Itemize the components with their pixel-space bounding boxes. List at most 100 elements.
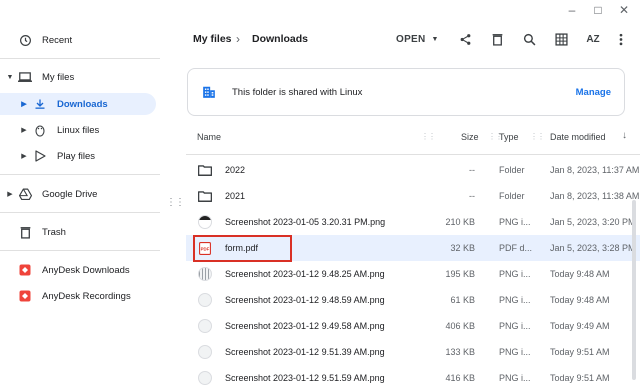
table-row[interactable]: 2021 -- Folder Jan 8, 2023, 11:38 AM <box>186 183 640 209</box>
expand-caret-icon[interactable]: ▶ <box>20 152 28 160</box>
file-size: 61 KB <box>450 295 475 305</box>
file-date: Jan 8, 2023, 11:37 AM <box>550 165 640 175</box>
file-type: PNG i... <box>499 373 531 383</box>
table-row[interactable]: Screenshot 2023-01-12 9.49.58 AM.png 406… <box>186 313 640 339</box>
table-row[interactable]: Screenshot 2023-01-12 9.48.25 AM.png 195… <box>186 261 640 287</box>
divider <box>0 58 160 59</box>
column-resize-handle[interactable]: ⋮⋮ <box>421 132 436 141</box>
grid-view-icon[interactable] <box>552 30 570 48</box>
file-name: Screenshot 2023-01-12 9.49.58 AM.png <box>225 321 385 331</box>
column-type[interactable]: Type <box>499 132 519 142</box>
sidebar-item-downloads[interactable]: ▶ Downloads <box>0 93 156 115</box>
image-thumbnail <box>198 371 212 385</box>
divider <box>0 212 160 213</box>
file-name: Screenshot 2023-01-12 9.48.59 AM.png <box>225 295 385 305</box>
laptop-icon <box>18 70 32 84</box>
column-date-modified[interactable]: Date modified <box>550 132 606 142</box>
file-name: Screenshot 2023-01-05 3.20.31 PM.png <box>225 217 386 227</box>
file-type: PNG i... <box>499 321 531 331</box>
file-date: Jan 5, 2023, 3:20 PM <box>550 217 636 227</box>
sidebar-item-recent[interactable]: Recent <box>0 29 156 51</box>
expand-caret-icon[interactable]: ▶ <box>20 126 28 134</box>
sidebar-item-anydesk-downloads[interactable]: AnyDesk Downloads <box>0 259 156 281</box>
breadcrumb-my-files[interactable]: My files <box>193 33 232 45</box>
file-type: PNG i... <box>499 295 531 305</box>
delete-icon[interactable] <box>488 30 506 48</box>
table-row[interactable]: Screenshot 2023-01-05 3.20.31 PM.png 210… <box>186 209 640 235</box>
open-button[interactable]: OPEN ▼ <box>396 30 439 48</box>
sidebar-item-label: Play files <box>57 150 96 162</box>
file-type: Folder <box>499 165 525 175</box>
file-size: 416 KB <box>445 373 475 383</box>
scrollbar[interactable] <box>632 200 636 380</box>
file-name: 2022 <box>225 165 246 175</box>
trash-icon <box>18 225 32 239</box>
file-type: Folder <box>499 191 525 201</box>
file-size: -- <box>469 191 475 201</box>
file-date: Today 9:51 AM <box>550 347 610 357</box>
anydesk-icon <box>18 263 32 277</box>
file-name: Screenshot 2023-01-12 9.51.59 AM.png <box>225 373 385 383</box>
table-row[interactable]: 2022 -- Folder Jan 8, 2023, 11:37 AM <box>186 157 640 183</box>
banner-text: This folder is shared with Linux <box>232 87 363 98</box>
penguin-icon <box>33 123 47 137</box>
expand-caret-icon[interactable]: ▶ <box>20 100 28 108</box>
file-list-header: Name ⋮⋮ Size ⋮⋮ Type ⋮⋮ Date modified ↓ <box>186 126 640 148</box>
window-controls: – □ ✕ <box>566 4 630 16</box>
sidebar-item-google-drive[interactable]: ▶ Google Drive <box>0 183 156 205</box>
file-size: 195 KB <box>445 269 475 279</box>
table-row[interactable]: Screenshot 2023-01-12 9.51.39 AM.png 133… <box>186 339 640 365</box>
minimize-button[interactable]: – <box>566 4 578 16</box>
file-type: PNG i... <box>499 217 531 227</box>
maximize-button[interactable]: □ <box>592 4 604 16</box>
sort-descending-arrow-icon[interactable]: ↓ <box>622 130 627 141</box>
file-type: PNG i... <box>499 269 531 279</box>
column-name[interactable]: Name <box>197 132 221 142</box>
search-icon[interactable] <box>520 30 538 48</box>
file-date: Jan 5, 2023, 3:28 PM <box>550 243 636 253</box>
building-icon <box>202 85 216 104</box>
table-row[interactable]: Screenshot 2023-01-12 9.51.59 AM.png 416… <box>186 365 640 391</box>
play-icon <box>33 149 47 163</box>
clock-icon <box>18 33 32 47</box>
sidebar-item-label: Google Drive <box>42 188 98 200</box>
sidebar-item-my-files[interactable]: ▼ My files <box>0 66 156 88</box>
sort-icon[interactable]: AZ <box>584 30 602 48</box>
column-resize-handle[interactable]: ⋮⋮ <box>530 132 545 141</box>
linux-share-banner: This folder is shared with Linux Manage <box>187 68 625 116</box>
close-button[interactable]: ✕ <box>618 4 630 16</box>
column-size[interactable]: Size <box>461 132 479 142</box>
expand-caret-icon[interactable]: ▶ <box>6 190 14 198</box>
manage-button[interactable]: Manage <box>576 87 611 98</box>
image-thumbnail <box>198 345 212 359</box>
file-date: Jan 8, 2023, 11:38 AM <box>550 191 640 201</box>
sidebar-item-label: AnyDesk Downloads <box>42 264 130 276</box>
image-thumbnail <box>198 215 212 229</box>
expand-caret-icon[interactable]: ▼ <box>6 74 14 81</box>
sidebar-item-label: Downloads <box>57 98 108 110</box>
table-row[interactable]: Screenshot 2023-01-12 9.48.59 AM.png 61 … <box>186 287 640 313</box>
sidebar-item-anydesk-recordings[interactable]: AnyDesk Recordings <box>0 285 156 307</box>
image-thumbnail <box>198 293 212 307</box>
header-divider <box>186 154 640 155</box>
anydesk-icon <box>18 289 32 303</box>
more-vert-icon[interactable] <box>612 30 630 48</box>
sidebar-item-label: Trash <box>42 226 66 238</box>
chevron-right-icon: › <box>236 32 240 46</box>
folder-icon <box>198 189 212 203</box>
sidebar-item-linux-files[interactable]: ▶ Linux files <box>0 119 156 141</box>
file-size: 32 KB <box>450 243 475 253</box>
sidebar: Recent ▼ My files ▶ Downloads ▶ Linux fi… <box>0 0 160 392</box>
divider <box>0 174 160 175</box>
sidebar-item-play-files[interactable]: ▶ Play files <box>0 145 156 167</box>
sidebar-item-trash[interactable]: Trash <box>0 221 156 243</box>
file-size: -- <box>469 165 475 175</box>
sidebar-item-label: Linux files <box>57 124 100 136</box>
file-type: PNG i... <box>499 347 531 357</box>
file-size: 210 KB <box>445 217 475 227</box>
sidebar-resize-handle[interactable]: ⋮⋮ <box>166 198 185 208</box>
folder-icon <box>198 163 212 177</box>
share-icon[interactable] <box>456 30 474 48</box>
breadcrumb-downloads[interactable]: Downloads <box>252 33 308 45</box>
sidebar-item-label: My files <box>42 71 75 83</box>
